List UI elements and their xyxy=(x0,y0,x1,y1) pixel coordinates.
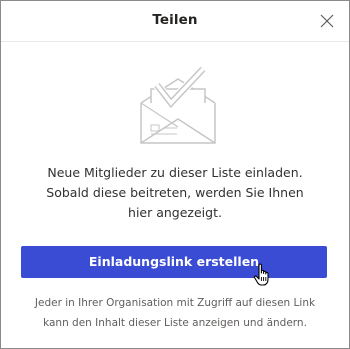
footnote-line: Jeder in Ihrer Organisation mit Zugriff … xyxy=(34,297,316,309)
dialog-title: Teilen xyxy=(152,12,198,28)
message-line: Neue Mitglieder zu dieser Liste einladen… xyxy=(47,165,303,180)
footnote-line: kann den Inhalt dieser Liste anzeigen un… xyxy=(43,317,307,329)
create-invite-link-button[interactable]: Einladungslink erstellen xyxy=(21,246,327,278)
empty-state-message: Neue Mitglieder zu dieser Liste einladen… xyxy=(21,163,329,223)
dialog-header: Teilen xyxy=(1,1,349,42)
close-button[interactable] xyxy=(319,13,335,29)
message-line: Sobald diese beitreten, werden Sie Ihnen xyxy=(46,185,304,200)
share-dialog: Teilen Neue Mitglieder zu dieser Liste e… xyxy=(0,0,350,349)
close-icon xyxy=(320,14,334,28)
share-link-footnote: Jeder in Ihrer Organisation mit Zugriff … xyxy=(15,293,335,333)
hand-pointer-icon xyxy=(253,263,273,287)
message-line: hier angezeigt. xyxy=(128,205,222,220)
envelope-checkmark-icon xyxy=(133,65,223,147)
